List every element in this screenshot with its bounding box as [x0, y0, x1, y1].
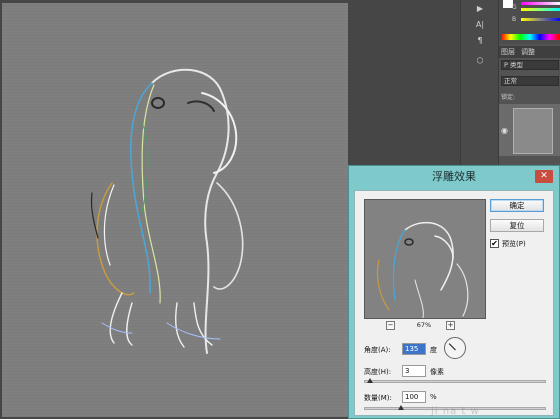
watermark: ji na t w: [431, 406, 480, 417]
play-icon[interactable]: ▶: [473, 2, 487, 16]
embossed-dog-image: [90, 68, 244, 354]
eye-icon[interactable]: ◉: [501, 126, 508, 135]
zoom-out-button[interactable]: −: [386, 321, 395, 330]
height-slider-thumb[interactable]: [367, 378, 374, 383]
layers-tabs: 图层 调整: [499, 46, 560, 58]
paragraph-icon[interactable]: ¶: [473, 34, 487, 48]
amount-unit: %: [430, 393, 437, 401]
height-unit: 像素: [430, 368, 444, 376]
zoom-in-button[interactable]: +: [446, 321, 455, 330]
color-panel: G B: [499, 0, 560, 44]
close-button[interactable]: ✕: [535, 170, 553, 183]
3d-cube-icon[interactable]: ⬡: [473, 54, 487, 68]
tab-adjust[interactable]: 调整: [521, 47, 535, 57]
lock-row: 锁定:: [501, 92, 559, 102]
lock-label: 锁定:: [501, 94, 516, 101]
channel-g-slider[interactable]: [521, 8, 560, 11]
tab-layers[interactable]: 图层: [501, 47, 515, 57]
dialog-title: 浮雕效果: [349, 166, 559, 188]
amount-input[interactable]: 100: [402, 391, 426, 403]
angle-dial[interactable]: [444, 337, 466, 359]
character-icon[interactable]: A|: [473, 18, 487, 32]
preview-toggle[interactable]: ✔ 预览(P): [490, 239, 550, 250]
blend-mode-select[interactable]: 正常: [501, 76, 559, 86]
amount-label: 数量(M):: [364, 394, 392, 402]
angle-label: 角度(A):: [364, 346, 391, 354]
dialog-body: − 67% + 确定 复位 ✔ 预览(P) 角度(A): 135 度 高度(H)…: [354, 190, 554, 417]
layer-thumbnail: [513, 108, 553, 154]
preview-dog-image: [376, 221, 469, 318]
angle-input[interactable]: 135: [402, 343, 426, 355]
emboss-dialog: 浮雕效果 ✕ − 67% + 确定 复位 ✔ 预览(P) 角度(A): 135 …: [348, 165, 560, 419]
height-label: 高度(H):: [364, 368, 392, 376]
document-canvas[interactable]: [2, 3, 348, 417]
angle-unit: 度: [430, 346, 437, 354]
height-slider[interactable]: [364, 378, 546, 383]
channel-r-slider[interactable]: [521, 2, 560, 5]
height-row: 高度(H): 3 像素: [364, 365, 544, 378]
layer-item[interactable]: ◉: [499, 104, 560, 156]
angle-needle: [448, 343, 456, 351]
amount-slider-thumb[interactable]: [398, 405, 405, 410]
layer-filter-select[interactable]: P 类型: [501, 60, 559, 70]
ok-button[interactable]: 确定: [490, 199, 544, 212]
amount-row: 数量(M): 100 %: [364, 391, 544, 404]
zoom-row: − 67% +: [364, 321, 486, 331]
zoom-level: 67%: [416, 321, 432, 329]
preview-label: 预览(P): [502, 240, 526, 248]
preview-checkbox[interactable]: ✔: [490, 239, 499, 248]
photoshop-window: ▶ A| ¶ ⬡ G B 图层 调整 P 类型 正常 锁定: ◉ 浮雕效果 ✕ …: [0, 0, 560, 419]
reset-button[interactable]: 复位: [490, 219, 544, 232]
angle-row: 角度(A): 135 度: [364, 337, 544, 359]
channel-b-slider[interactable]: [521, 18, 560, 21]
channel-b-label: B: [512, 16, 517, 23]
filter-preview[interactable]: [364, 199, 486, 319]
color-spectrum[interactable]: [501, 34, 559, 40]
height-input[interactable]: 3: [402, 365, 426, 377]
channel-g-label: G: [512, 4, 517, 11]
